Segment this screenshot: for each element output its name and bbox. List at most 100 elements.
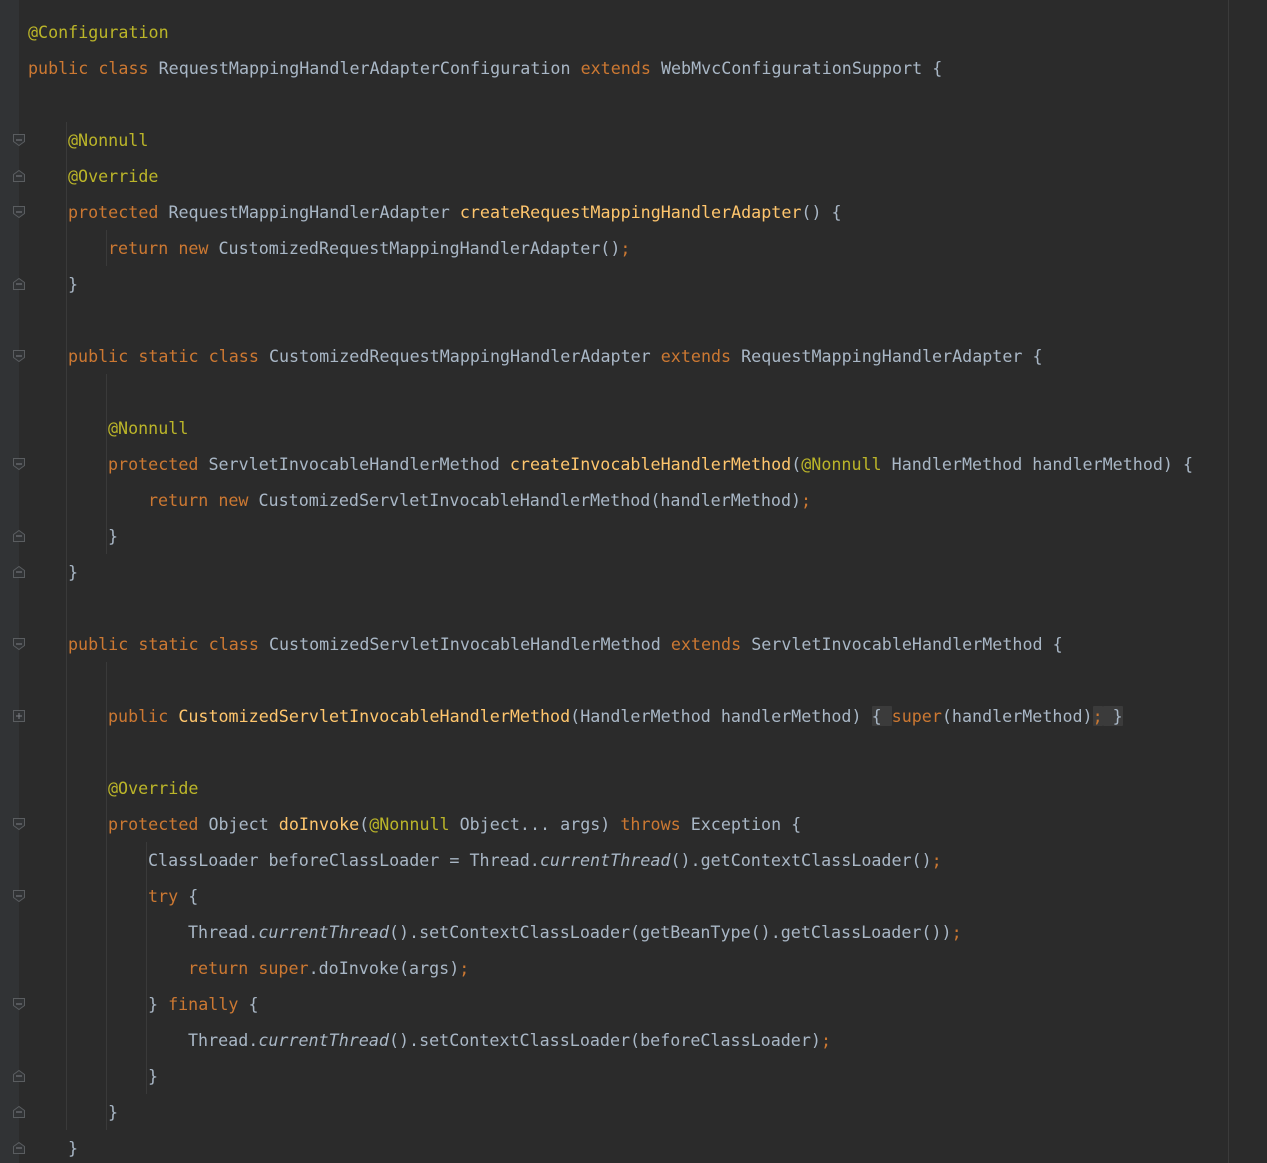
code-line[interactable]: } <box>68 266 78 302</box>
code-token: @Configuration <box>28 22 169 42</box>
code-line[interactable]: public class RequestMappingHandlerAdapte… <box>28 50 942 86</box>
code-token: CustomizedServletInvocableHandlerMethod(… <box>258 490 802 510</box>
code-token: finally <box>168 994 249 1014</box>
code-token: throws <box>620 814 691 834</box>
code-line[interactable]: return new CustomizedServletInvocableHan… <box>148 482 811 518</box>
fold-end-icon[interactable] <box>12 565 26 579</box>
code-line[interactable]: return new CustomizedRequestMappingHandl… <box>108 230 630 266</box>
code-token: .doInvoke(args) <box>308 958 460 978</box>
fold-collapse-icon[interactable] <box>12 349 26 363</box>
code-token: } <box>148 1066 159 1086</box>
code-token: doInvoke <box>278 814 360 834</box>
code-token: CustomizedServletInvocableHandlerMethod <box>178 706 571 726</box>
code-token: createInvocableHandlerMethod <box>509 454 792 474</box>
code-line[interactable]: protected Object doInvoke(@Nonnull Objec… <box>108 806 801 842</box>
code-token: ; <box>459 958 470 978</box>
fold-end-icon[interactable] <box>12 169 26 183</box>
fold-collapse-icon[interactable] <box>12 817 26 831</box>
code-line[interactable]: } <box>68 554 78 590</box>
fold-end-icon[interactable] <box>12 277 26 291</box>
code-line[interactable]: Thread.currentThread().setContextClassLo… <box>188 914 962 950</box>
code-token: ClassLoader beforeClassLoader = Thread. <box>148 850 540 870</box>
fold-collapse-icon[interactable] <box>12 637 26 651</box>
code-token: () { <box>801 202 842 222</box>
code-line[interactable]: } <box>108 518 118 554</box>
code-token: } <box>108 526 119 546</box>
fold-collapse-icon[interactable] <box>12 457 26 471</box>
code-token: Object... args) <box>459 814 621 834</box>
code-line[interactable]: public static class CustomizedRequestMap… <box>68 338 1043 374</box>
code-token: CustomizedRequestMappingHandlerAdapter <box>268 346 661 366</box>
fold-collapse-icon[interactable] <box>12 133 26 147</box>
code-line[interactable]: Thread.currentThread().setContextClassLo… <box>188 1022 831 1058</box>
code-token: currentThread <box>539 850 671 870</box>
code-token: @Nonnull <box>801 454 892 474</box>
fold-expand-icon[interactable] <box>12 709 26 723</box>
code-token: @Nonnull <box>68 130 149 150</box>
code-line[interactable]: } finally { <box>148 986 259 1022</box>
fold-collapse-icon[interactable] <box>12 205 26 219</box>
fold-end-icon[interactable] <box>12 1105 26 1119</box>
code-token: createRequestMappingHandlerAdapter <box>459 202 802 222</box>
code-editor[interactable]: @Configuration public class RequestMappin… <box>0 0 1267 1163</box>
code-token: WebMvcConfigurationSupport { <box>660 58 943 78</box>
code-token: ; <box>820 1030 831 1050</box>
code-token: CustomizedRequestMappingHandlerAdapter() <box>218 238 621 258</box>
code-token: { <box>871 706 892 726</box>
code-line[interactable]: ClassLoader beforeClassLoader = Thread.c… <box>148 842 942 878</box>
indent-guide <box>106 230 107 266</box>
code-token: currentThread <box>258 922 389 942</box>
code-line[interactable]: try { <box>148 878 198 914</box>
code-token: super <box>891 706 942 726</box>
code-token: { <box>188 886 199 906</box>
code-token: public static class <box>68 634 269 654</box>
code-line[interactable]: public static class CustomizedServletInv… <box>68 626 1063 662</box>
code-token: { <box>248 994 259 1014</box>
code-token: Exception { <box>690 814 802 834</box>
code-token: } <box>108 1102 119 1122</box>
code-token: ().setContextClassLoader(getBeanType().g… <box>388 922 952 942</box>
code-token: ; <box>801 490 812 510</box>
code-token: CustomizedServletInvocableHandlerMethod <box>268 634 671 654</box>
code-token: return super <box>188 958 309 978</box>
code-line[interactable]: @Override <box>108 770 198 806</box>
code-token: @Override <box>68 166 159 186</box>
code-token: return new <box>108 238 219 258</box>
indent-guide <box>106 374 107 554</box>
code-line[interactable]: } <box>68 1130 78 1163</box>
fold-end-icon[interactable] <box>12 529 26 543</box>
code-token: } <box>68 274 79 294</box>
code-token: ServletInvocableHandlerMethod <box>208 454 510 474</box>
fold-collapse-icon[interactable] <box>12 889 26 903</box>
code-line[interactable]: @Configuration <box>28 14 169 50</box>
code-line[interactable]: protected RequestMappingHandlerAdapter c… <box>68 194 842 230</box>
code-token: ().getContextClassLoader() <box>670 850 932 870</box>
code-token: ; <box>931 850 942 870</box>
code-token: extends <box>660 346 742 366</box>
fold-end-icon[interactable] <box>12 1141 26 1155</box>
code-line[interactable]: @Nonnull <box>68 122 148 158</box>
code-token: @Override <box>108 778 199 798</box>
code-token: HandlerMethod handlerMethod) { <box>891 454 1194 474</box>
code-line[interactable]: } <box>108 1094 118 1130</box>
code-token: } <box>148 994 169 1014</box>
code-line[interactable]: return super.doInvoke(args); <box>188 950 469 986</box>
code-line[interactable]: public CustomizedServletInvocableHandler… <box>108 698 1123 734</box>
code-token: protected <box>108 454 209 474</box>
code-line[interactable]: @Override <box>68 158 158 194</box>
code-line[interactable]: } <box>148 1058 158 1094</box>
code-token: currentThread <box>258 1030 389 1050</box>
fold-collapse-icon[interactable] <box>12 997 26 1011</box>
code-token: ; <box>951 922 962 942</box>
fold-end-icon[interactable] <box>12 1069 26 1083</box>
code-token: Thread. <box>188 922 259 942</box>
indent-guide <box>66 122 67 1130</box>
code-token: } <box>68 1138 79 1158</box>
code-token: RequestMappingHandlerAdapterConfiguratio… <box>158 58 581 78</box>
code-token: RequestMappingHandlerAdapter { <box>741 346 1043 366</box>
code-token: RequestMappingHandlerAdapter <box>168 202 460 222</box>
code-token: Thread. <box>188 1030 259 1050</box>
code-line[interactable]: @Nonnull <box>108 410 188 446</box>
code-line[interactable]: protected ServletInvocableHandlerMethod … <box>108 446 1193 482</box>
